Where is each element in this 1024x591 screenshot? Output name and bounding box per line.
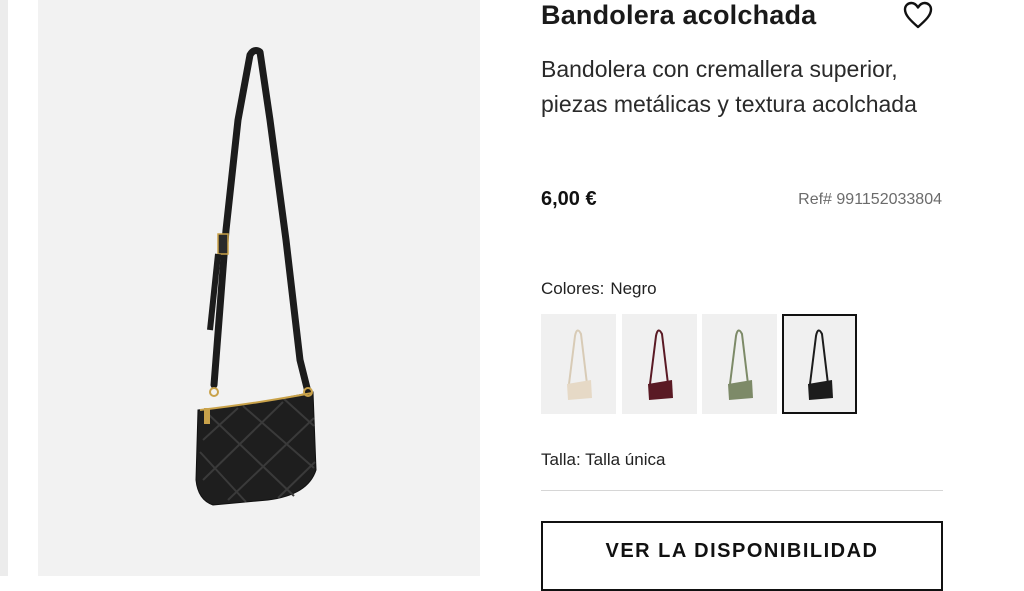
colors-label: Colores: <box>541 279 605 298</box>
divider <box>541 490 943 491</box>
color-swatch-beige[interactable] <box>541 314 616 414</box>
size-label: Talla: <box>541 450 581 469</box>
swatch-bag-image <box>648 329 673 400</box>
color-swatches <box>541 314 861 414</box>
check-availability-button[interactable]: VER LA DISPONIBILIDAD <box>541 521 943 591</box>
bag-strap <box>210 47 312 396</box>
size-row: Talla: Talla única <box>541 450 665 470</box>
selected-color-name: Negro <box>610 279 657 298</box>
swatch-bag-image <box>567 329 592 400</box>
colors-row: Colores: Negro <box>541 279 657 299</box>
check-availability-label: VER LA DISPONIBILIDAD <box>605 540 879 562</box>
color-swatch-black[interactable] <box>782 314 857 414</box>
favorite-button[interactable] <box>902 0 934 30</box>
swatch-bag-image <box>808 329 833 400</box>
color-swatch-burgundy[interactable] <box>622 314 697 414</box>
color-swatch-green[interactable] <box>702 314 777 414</box>
product-description: Bandolera con cremallera superior, pieza… <box>541 56 917 117</box>
swatch-bag-image <box>728 329 753 400</box>
heart-icon <box>903 1 933 29</box>
product-price: 6,00 € <box>541 188 597 210</box>
zipper-pull <box>204 408 210 424</box>
strap-ring-left <box>209 387 219 397</box>
product-title: Bandolera acolchada <box>541 0 817 30</box>
product-reference: Ref# 991152033804 <box>798 191 942 208</box>
left-edge-strip <box>0 0 8 576</box>
size-value: Talla única <box>585 450 666 469</box>
strap-buckle <box>217 233 229 255</box>
product-image <box>195 47 317 506</box>
product-image-gallery[interactable] <box>38 0 480 576</box>
